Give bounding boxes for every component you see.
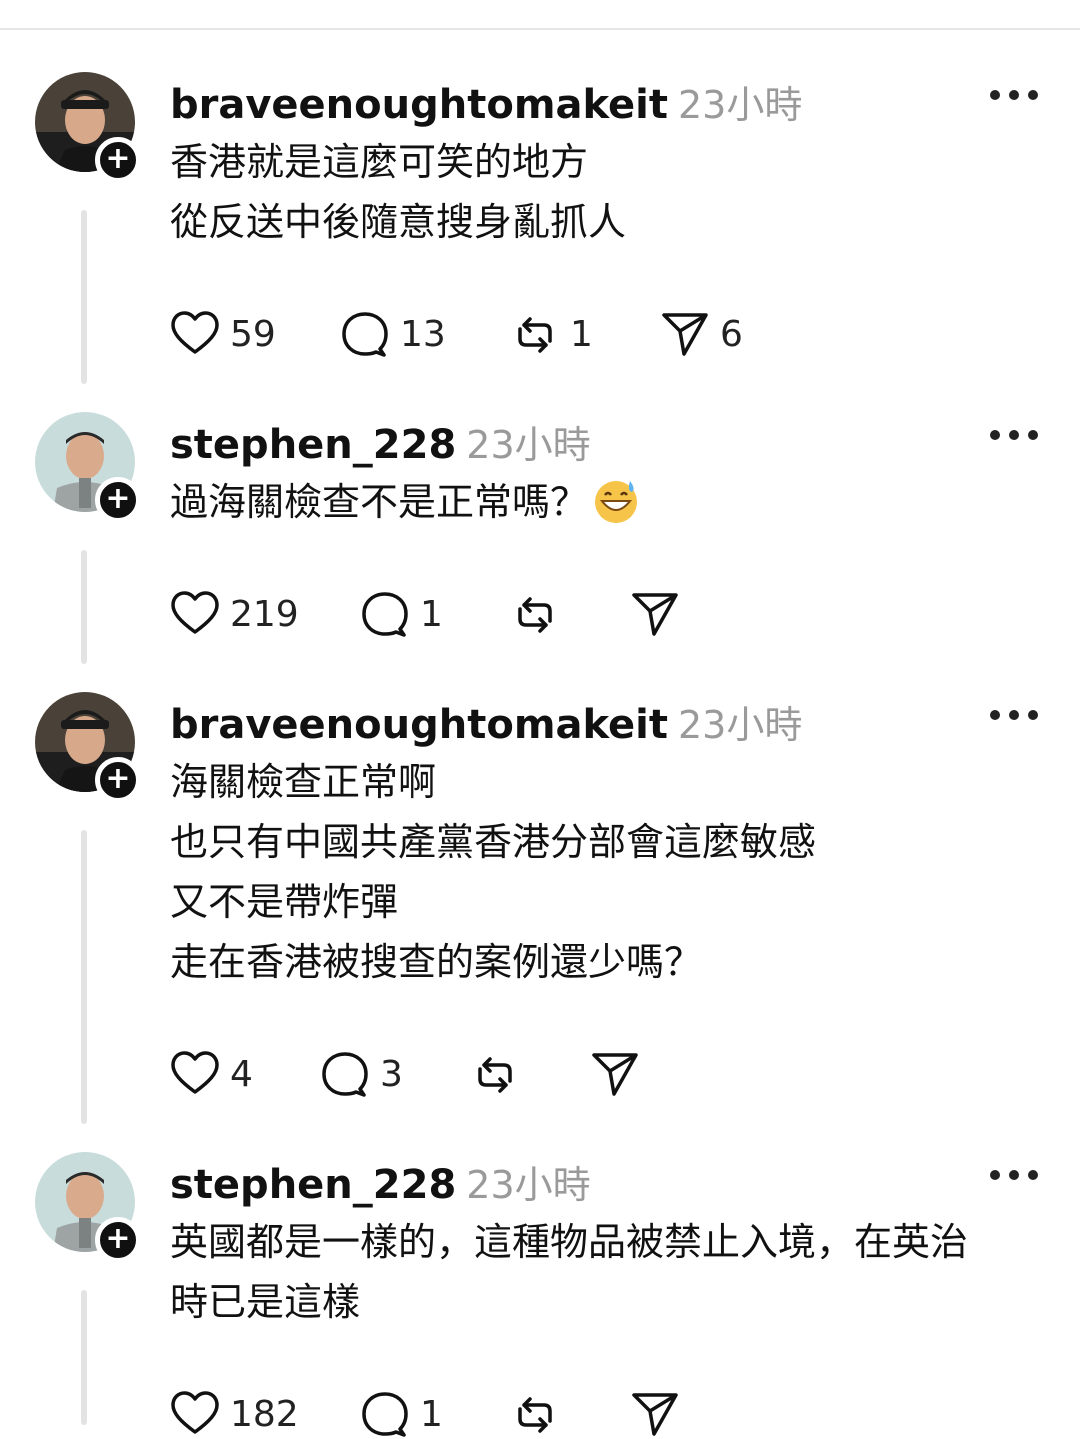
repost-icon xyxy=(518,1397,552,1433)
post-line: 英國都是一樣的，這種物品被禁止入境，在英治 xyxy=(170,1220,969,1264)
repost-button[interactable] xyxy=(510,589,560,639)
follow-plus-icon[interactable]: + xyxy=(95,477,141,523)
username[interactable]: braveenoughtomakeit 23小時 xyxy=(170,694,802,749)
repost-icon xyxy=(478,1057,512,1093)
repost-button[interactable]: 1 xyxy=(510,309,593,359)
repost-button[interactable] xyxy=(470,1049,520,1099)
post-line: 也只有中國共產黨香港分部會這麼敏感 xyxy=(170,820,817,864)
post-line: 時已是這樣 xyxy=(170,1280,361,1324)
post-line: 又不是帶炸彈 xyxy=(170,880,399,924)
heart-icon xyxy=(171,1051,219,1094)
timestamp: 23小時 xyxy=(678,83,803,127)
thread-line xyxy=(81,1290,87,1425)
comment-icon xyxy=(322,1052,368,1097)
timestamp: 23小時 xyxy=(466,1163,591,1207)
share-button[interactable]: 6 xyxy=(660,309,743,359)
send-icon xyxy=(632,593,678,636)
more-options-icon[interactable] xyxy=(990,710,1038,724)
post-text: 香港就是這麼可笑的地方 從反送中後隨意搜身亂抓人 xyxy=(170,132,1050,252)
post-text: 英國都是一樣的，這種物品被禁止入境，在英治 時已是這樣 xyxy=(170,1212,1050,1332)
repost-count: 1 xyxy=(570,313,593,355)
follow-plus-icon[interactable]: + xyxy=(95,757,141,803)
heart-icon xyxy=(171,1391,219,1434)
like-count: 4 xyxy=(230,1053,253,1095)
timestamp: 23小時 xyxy=(466,423,591,467)
share-button[interactable] xyxy=(630,1389,680,1439)
username[interactable]: braveenoughtomakeit 23小時 xyxy=(170,74,802,129)
previous-post-avatar xyxy=(40,0,130,2)
username[interactable]: stephen_228 23小時 xyxy=(170,1154,591,1209)
heart-icon xyxy=(171,311,219,354)
reply-button[interactable]: 1 xyxy=(360,1389,443,1439)
share-button[interactable] xyxy=(590,1049,640,1099)
more-options-icon[interactable] xyxy=(990,90,1038,104)
thread-line xyxy=(81,830,87,1124)
reply-button[interactable]: 3 xyxy=(320,1049,403,1099)
post-line: 香港就是這麼可笑的地方 xyxy=(170,140,589,184)
thread-line xyxy=(81,550,87,664)
like-button[interactable]: 182 xyxy=(170,1389,299,1439)
like-count: 182 xyxy=(230,1393,299,1435)
more-options-icon[interactable] xyxy=(990,1170,1038,1184)
username[interactable]: stephen_228 23小時 xyxy=(170,414,591,469)
like-button[interactable]: 219 xyxy=(170,589,299,639)
post-text: 過海關檢查不是正常嗎？ xyxy=(170,472,1050,532)
post-text: 海關檢查正常啊 也只有中國共產黨香港分部會這麼敏感 又不是帶炸彈 走在香港被搜查… xyxy=(170,752,1050,992)
timestamp: 23小時 xyxy=(678,703,803,747)
post-line: 海關檢查正常啊 xyxy=(170,760,437,804)
comment-icon xyxy=(362,592,408,637)
repost-icon xyxy=(518,317,552,353)
follow-plus-icon[interactable]: + xyxy=(95,1217,141,1263)
more-options-icon[interactable] xyxy=(990,430,1038,444)
repost-button[interactable] xyxy=(510,1389,560,1439)
reply-count: 3 xyxy=(380,1053,403,1095)
comment-icon xyxy=(342,312,388,357)
share-button[interactable] xyxy=(630,589,680,639)
follow-plus-icon[interactable]: + xyxy=(95,137,141,183)
post-line: 走在香港被搜查的案例還少嗎？ xyxy=(170,940,703,984)
comment-icon xyxy=(362,1392,408,1437)
heart-icon xyxy=(171,591,219,634)
like-count: 219 xyxy=(230,593,299,635)
like-button[interactable]: 4 xyxy=(170,1049,253,1099)
post-line: 過海關檢查不是正常嗎？ xyxy=(170,472,1050,532)
reply-count: 1 xyxy=(420,1393,443,1435)
send-icon xyxy=(632,1393,678,1436)
divider xyxy=(0,28,1080,30)
reply-count: 13 xyxy=(400,313,446,355)
send-icon xyxy=(662,313,708,356)
post-line: 從反送中後隨意搜身亂抓人 xyxy=(170,200,627,244)
like-count: 59 xyxy=(230,313,276,355)
reply-count: 1 xyxy=(420,593,443,635)
reply-button[interactable]: 13 xyxy=(340,309,446,359)
share-count: 6 xyxy=(720,313,743,355)
reply-button[interactable]: 1 xyxy=(360,589,443,639)
thread-line xyxy=(81,210,87,384)
grinning-face-with-sweat-icon xyxy=(595,481,638,523)
repost-icon xyxy=(518,597,552,633)
send-icon xyxy=(592,1053,638,1096)
like-button[interactable]: 59 xyxy=(170,309,276,359)
